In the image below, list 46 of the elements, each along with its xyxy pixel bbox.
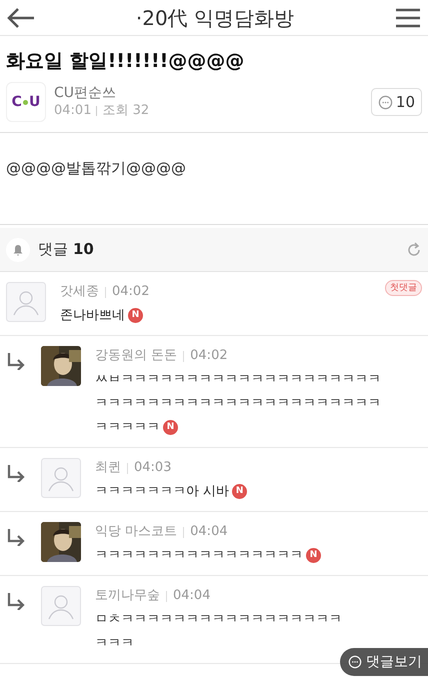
comment-time: 04:04	[173, 587, 212, 605]
comment-text: ㅋㅋㅋㅋㅋㅋㅋㅋㅋㅋㅋㅋㅋㅋㅋㅋㅋㅋㅋㅋㅋㅋ	[95, 395, 381, 413]
comment-text: 존나바쁘네	[60, 307, 125, 325]
comment-text: ㅆㅂㅋㅋㅋㅋㅋㅋㅋㅋㅋㅋㅋㅋㅋㅋㅋㅋㅋㅋㅋㅋ	[95, 371, 381, 389]
reply-arrow-icon	[6, 528, 26, 546]
commenter-name: 익당 마스코트	[95, 523, 178, 541]
commenter-name: 토끼나무숲	[95, 587, 160, 605]
comments-count: 10	[73, 239, 94, 260]
view-count: 조회 32	[102, 102, 150, 120]
avatar-icon	[6, 282, 46, 322]
post-title: 화요일 할일!!!!!!!@@@@	[6, 49, 246, 74]
post-time: 04:01	[54, 102, 92, 120]
post-body: @@@@발톱깎기@@@@	[6, 158, 187, 179]
first-comment-badge: 첫댓글	[385, 280, 422, 296]
comment-text: ㅋㅋㅋㅋㅋㅋㅋ아 시바	[95, 483, 230, 501]
comment-time: 04:02	[190, 347, 229, 365]
comment-icon	[348, 655, 362, 669]
reply-arrow-icon	[6, 352, 26, 370]
commenter-name: 갓세종	[60, 283, 99, 301]
reply-arrow-icon	[6, 464, 26, 482]
menu-icon[interactable]	[394, 6, 422, 28]
comment-time: 04:02	[112, 283, 150, 301]
view-comments-button[interactable]: 댓글보기	[340, 648, 428, 676]
author-logo: C U	[6, 82, 46, 122]
comments-label: 댓글	[38, 239, 68, 260]
comment-text: ㅋㅋㅋㅋㅋㅋㅋㅋㅋㅋㅋㅋㅋㅋㅋㅋ	[95, 547, 303, 565]
reply-arrow-icon	[6, 592, 26, 610]
commenter-name: 최퀸	[95, 459, 121, 477]
comment-text: ㅋㅋㅋ	[95, 635, 134, 653]
comment-time: 04:03	[134, 459, 172, 477]
new-badge: N	[232, 484, 248, 499]
comment-icon	[378, 94, 393, 110]
avatar-icon	[41, 458, 81, 498]
new-badge: N	[306, 548, 321, 563]
page-title: ·20代 익명담화방	[136, 4, 294, 32]
comment-count-button[interactable]: 10	[370, 88, 422, 116]
comment-text: ㅋㅋㅋㅋㅋ	[95, 419, 160, 437]
author-name: CU편순쓰	[54, 84, 118, 102]
commenter-name: 강동원의 돈돈	[95, 347, 178, 365]
comment-text: ㅁㅊㅋㅋㅋㅋㅋㅋㅋㅋㅋㅋㅋㅋㅋㅋㅋㅋㅋ	[95, 611, 342, 629]
new-badge: N	[163, 420, 178, 435]
bell-icon	[12, 244, 24, 256]
new-badge: N	[128, 308, 143, 323]
back-icon[interactable]	[6, 6, 36, 28]
comment-time: 04:04	[190, 523, 229, 541]
avatar-icon	[41, 586, 81, 626]
